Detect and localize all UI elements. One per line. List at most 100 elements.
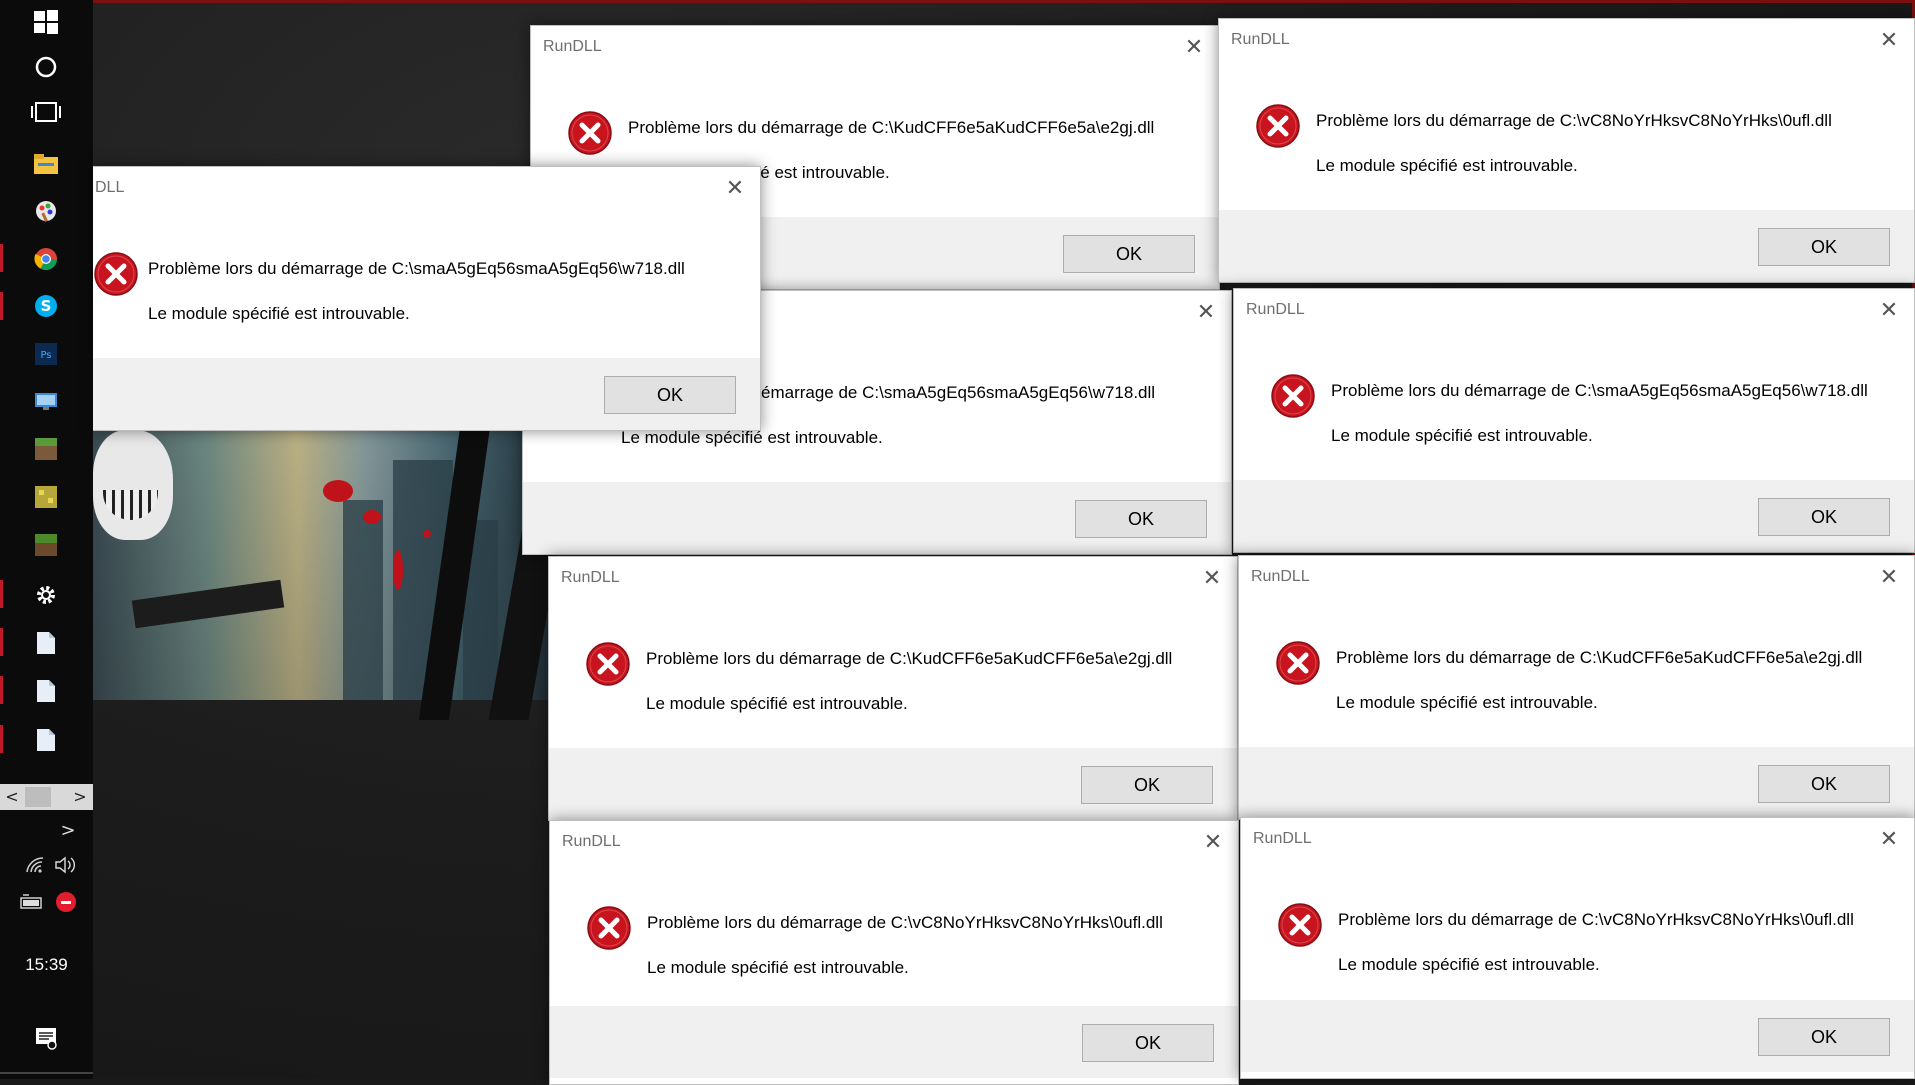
error-message-detail: Le module spécifié est introuvable. [1331, 426, 1593, 445]
running-indicator [0, 628, 3, 656]
error-icon [586, 642, 630, 686]
file-explorer-icon[interactable] [28, 146, 64, 182]
battery-icon[interactable] [14, 884, 50, 920]
document-icon[interactable] [28, 722, 64, 758]
error-message-path: Problème lors du démarrage de C:\KudCFF6… [646, 649, 1173, 668]
dialog-footer: OK [549, 748, 1237, 820]
troll-face-image [93, 430, 173, 540]
running-indicator [0, 725, 3, 753]
ok-button[interactable]: OK [1063, 235, 1195, 273]
close-icon[interactable]: ✕ [1183, 36, 1205, 58]
close-icon[interactable]: ✕ [1878, 828, 1900, 850]
volume-icon[interactable] [48, 847, 84, 883]
error-message-detail: Le module spécifié est introuvable. [148, 304, 410, 323]
action-center-icon[interactable] [28, 1020, 64, 1056]
error-message-path: Problème lors du démarrage de C:\smaA5gE… [1331, 381, 1868, 400]
dialog-title: RunDLL [1231, 31, 1290, 48]
error-message-detail: Le module spécifié est introuvable. [621, 428, 883, 447]
error-message-path: Problème lors du démarrage de C:\KudCFF6… [628, 118, 1155, 137]
dialog-title: RunDLL [1246, 301, 1305, 318]
ok-button[interactable]: OK [1758, 765, 1890, 803]
dialog-title: RunDLL [562, 833, 621, 850]
error-icon [1276, 641, 1320, 685]
error-dialog[interactable]: RunDLL ✕ Problème lors du démarrage de C… [1238, 555, 1915, 820]
skype-icon[interactable]: S [28, 288, 64, 324]
error-icon [1256, 104, 1300, 148]
ok-button[interactable]: OK [604, 376, 736, 414]
close-icon[interactable]: ✕ [1878, 29, 1900, 51]
dialog-footer: OK [1219, 210, 1914, 282]
overflow-chevron-icon[interactable]: > [50, 812, 86, 848]
chrome-icon[interactable] [28, 241, 64, 277]
close-icon[interactable]: ✕ [724, 177, 746, 199]
running-indicator [0, 676, 3, 704]
error-dialog[interactable]: RunDLL ✕ Problème lors du démarrage de C… [548, 556, 1238, 821]
dialog-title: DLL [95, 179, 125, 196]
task-view-icon[interactable] [28, 94, 64, 130]
dialog-title: RunDLL [1253, 830, 1312, 847]
cortana-circle-icon[interactable] [28, 49, 64, 85]
error-message-path: Problème lors du démarrage de C:\smaA5gE… [148, 259, 685, 278]
scroll-thumb[interactable] [25, 787, 51, 807]
scroll-right-arrow[interactable]: > [70, 786, 90, 808]
error-dialog[interactable]: RunDLL ✕ Problème lors du démarrage de C… [1240, 817, 1915, 1079]
error-message-detail: Le module spécifié est introuvable. [1316, 156, 1578, 175]
error-icon [587, 906, 631, 950]
dialog-footer: OK [1241, 1000, 1914, 1072]
error-dialog[interactable]: RunDLL ✕ Problème lors du démarrage de C… [549, 820, 1239, 1085]
error-message-path: Problème lors du démarrage de C:\KudCFF6… [1336, 648, 1863, 667]
running-indicator [0, 292, 3, 320]
error-dialog[interactable]: RunDLL ✕ Problème lors du démarrage de C… [1233, 288, 1915, 553]
error-dialog[interactable]: RunDLL ✕ Problème lors du démarrage de C… [1218, 18, 1915, 283]
error-icon [1271, 374, 1315, 418]
error-icon [94, 252, 138, 296]
error-message-path: Problème lors du démarrage de C:\vC8NoYr… [1338, 910, 1854, 929]
close-icon[interactable]: ✕ [1201, 567, 1223, 589]
close-icon[interactable]: ✕ [1195, 301, 1217, 323]
document-icon[interactable] [28, 625, 64, 661]
dialog-footer: OK [523, 482, 1231, 554]
ok-button[interactable]: OK [1758, 228, 1890, 266]
dialog-footer: OK [550, 1006, 1238, 1078]
document-icon[interactable] [28, 673, 64, 709]
taskbar: S Ps < > > 15:39 [0, 0, 93, 1079]
dialog-footer: OK [1239, 747, 1914, 819]
close-icon[interactable]: ✕ [1878, 566, 1900, 588]
photoshop-icon[interactable]: Ps [28, 336, 64, 372]
dialog-title: RunDLL [561, 569, 620, 586]
taskbar-clock[interactable]: 15:39 [0, 955, 93, 975]
minecraft-icon[interactable] [28, 431, 64, 467]
error-message-detail: Le module spécifié est introuvable. [646, 694, 908, 713]
scroll-left-arrow[interactable]: < [2, 786, 22, 808]
ok-button[interactable]: OK [1082, 1024, 1214, 1062]
paint-icon[interactable] [28, 193, 64, 229]
windows-start-icon[interactable] [28, 4, 64, 40]
rifle-image [131, 579, 285, 629]
minecraft-server-icon[interactable] [28, 527, 64, 563]
ok-button[interactable]: OK [1758, 498, 1890, 536]
dialog-footer: OK [1234, 480, 1914, 552]
ok-button[interactable]: OK [1075, 500, 1207, 538]
ok-button[interactable]: OK [1081, 766, 1213, 804]
svg-text:Ps: Ps [40, 350, 51, 361]
running-indicator [0, 580, 3, 608]
error-message-path: Problème lors du démarrage de C:\vC8NoYr… [647, 913, 1163, 932]
settings-gear-icon[interactable] [28, 577, 64, 613]
close-icon[interactable]: ✕ [1202, 831, 1224, 853]
dialog-footer: OK [93, 358, 760, 430]
screen-top-border [0, 0, 1915, 3]
error-icon [568, 111, 612, 155]
notification-badge-icon[interactable] [48, 884, 84, 920]
error-message-path: émarrage de C:\smaA5gEq56smaA5gEq56\w718… [761, 383, 1156, 402]
error-message-detail: Le module spécifié est introuvable. [647, 958, 909, 977]
taskbar-bottom-line [0, 1072, 93, 1074]
dialog-title: RunDLL [1251, 568, 1310, 585]
taskbar-scroll-strip[interactable]: < > [0, 784, 93, 810]
error-dialog[interactable]: DLL ✕ Problème lors du démarrage de C:\s… [93, 166, 761, 431]
ok-button[interactable]: OK [1758, 1018, 1890, 1056]
remote-desktop-icon[interactable] [28, 383, 64, 419]
svg-text:S: S [41, 297, 52, 315]
minecraft-alt-icon[interactable] [28, 479, 64, 515]
running-indicator [0, 244, 3, 272]
close-icon[interactable]: ✕ [1878, 299, 1900, 321]
